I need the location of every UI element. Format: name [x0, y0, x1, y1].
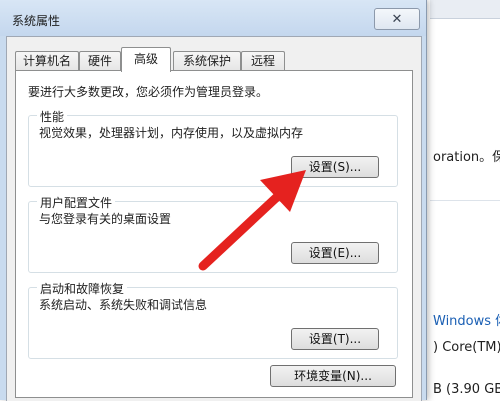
startup-recovery-group-title: 启动和故障恢复	[37, 280, 128, 297]
tab-advanced[interactable]: 高级	[121, 47, 171, 72]
dialog-client-area: 计算机名 硬件 高级 系统保护 远程 要进行大多数更改，您必须作为管理员登录。 …	[6, 36, 422, 401]
background-toolbar	[430, 0, 500, 19]
close-button[interactable]: ✕	[374, 8, 420, 30]
background-windows-experience-link[interactable]: Windows 体验	[433, 310, 500, 329]
tab-computer-name[interactable]: 计算机名	[15, 51, 79, 71]
dialog-titlebar[interactable]: 系统属性 ✕	[0, 0, 426, 36]
environment-variables-button[interactable]: 环境变量(N)...	[270, 365, 396, 387]
startup-recovery-group: 启动和故障恢复 系统启动、系统失败和调试信息 设置(T)...	[28, 280, 398, 359]
tab-remote[interactable]: 远程	[241, 51, 285, 71]
advanced-tab-page: 要进行大多数更改，您必须作为管理员登录。 性能 视觉效果，处理器计划，内存使用，…	[15, 70, 413, 398]
user-profiles-group: 用户配置文件 与您登录有关的桌面设置 设置(E)...	[28, 194, 398, 273]
system-properties-dialog: 系统属性 ✕ 计算机名 硬件 高级 系统保护 远程 要进行大多数更改，您必须作为…	[0, 0, 427, 401]
background-copyright-text: oration。保留	[433, 150, 500, 165]
user-profiles-description: 与您登录有关的桌面设置	[39, 212, 172, 226]
tab-system-protection[interactable]: 系统保护	[173, 51, 241, 71]
tab-hardware[interactable]: 硬件	[79, 51, 121, 71]
performance-description: 视觉效果，处理器计划，内存使用，以及虚拟内存	[39, 126, 304, 140]
user-profiles-group-title: 用户配置文件	[37, 194, 116, 211]
admin-notice: 要进行大多数更改，您必须作为管理员登录。	[28, 85, 269, 99]
background-memory-text: B (3.90 GB 可	[433, 382, 500, 397]
close-icon: ✕	[391, 11, 403, 27]
performance-group: 性能 视觉效果，处理器计划，内存使用，以及虚拟内存 设置(S)...	[28, 108, 398, 187]
startup-recovery-settings-button[interactable]: 设置(T)...	[291, 328, 379, 350]
dialog-title: 系统属性	[12, 14, 61, 28]
background-divider	[430, 200, 500, 201]
performance-settings-button[interactable]: 设置(S)...	[291, 156, 379, 178]
startup-recovery-description: 系统启动、系统失败和调试信息	[39, 298, 208, 312]
performance-group-title: 性能	[37, 108, 68, 125]
background-processor-text: ) Core(TM) i7	[433, 340, 500, 355]
user-profiles-settings-button[interactable]: 设置(E)...	[291, 242, 379, 264]
